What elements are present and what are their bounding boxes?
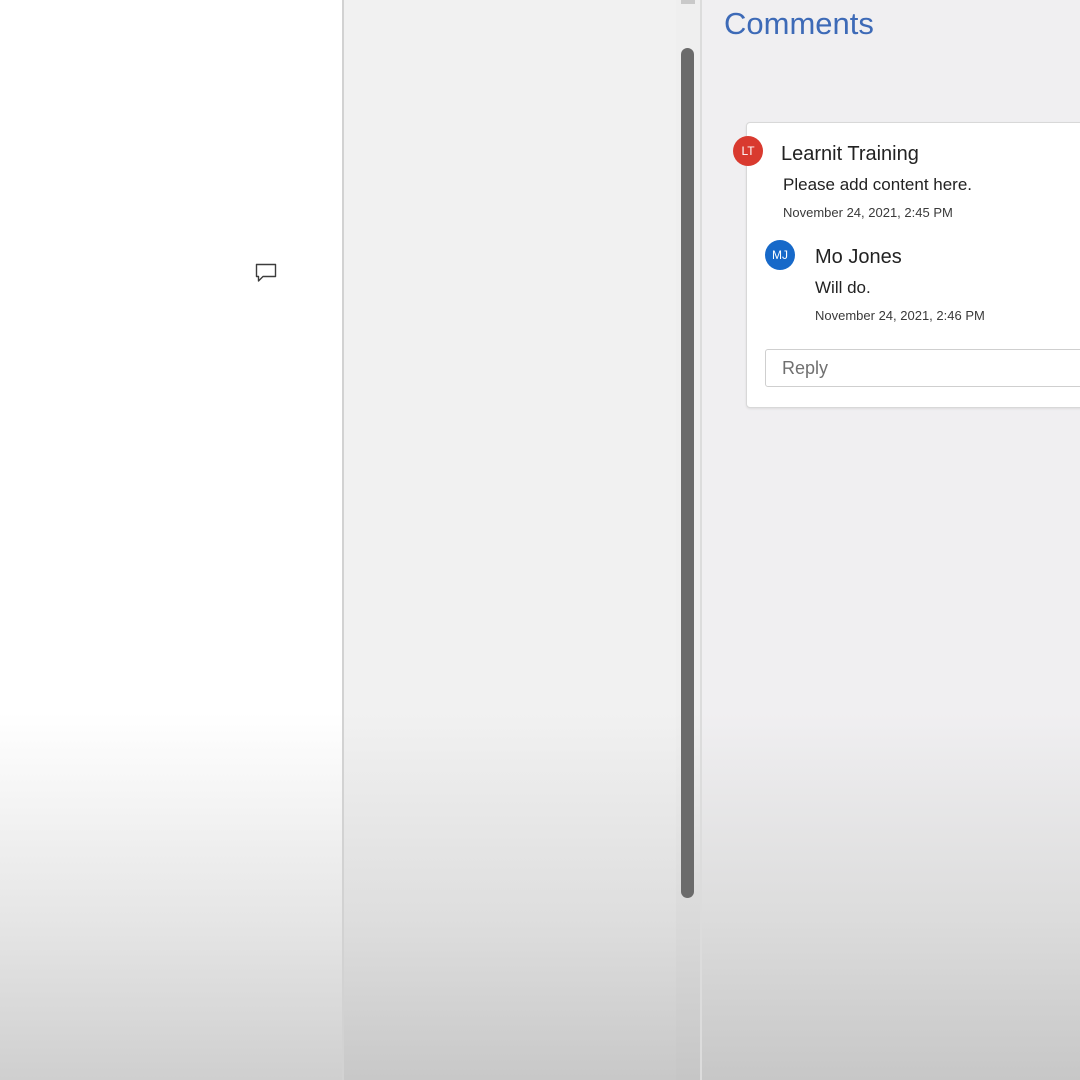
- reply-text: Will do.: [815, 278, 871, 297]
- scroll-up-arrow[interactable]: [681, 0, 695, 4]
- comment-text: Please add content here.: [783, 175, 973, 194]
- reply-timestamp: November 24, 2021, 2:46 PM: [815, 308, 985, 323]
- comments-pane-title: Comments: [724, 6, 874, 41]
- document-page[interactable]: [0, 0, 342, 1080]
- reply-author: Mo Jones: [815, 246, 902, 268]
- scrollbar-thumb[interactable]: [681, 48, 694, 898]
- comment-author: Learnit Training: [781, 143, 919, 165]
- reply-input[interactable]: [765, 349, 1080, 387]
- comment-timestamp: November 24, 2021, 2:45 PM: [783, 205, 953, 220]
- avatar: MJ: [765, 240, 795, 270]
- avatar: LT: [733, 136, 763, 166]
- document-canvas: [344, 0, 676, 1080]
- speech-bubble-icon[interactable]: [254, 262, 278, 284]
